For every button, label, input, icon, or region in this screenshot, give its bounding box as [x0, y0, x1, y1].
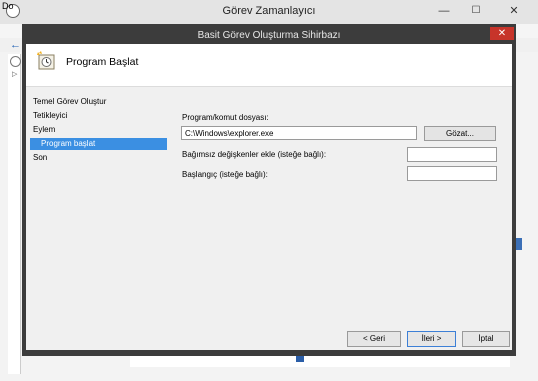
arguments-label: Bağımsız değişkenler ekle (isteğe bağlı)…: [182, 150, 327, 159]
clock-icon: [10, 56, 21, 67]
back-arrow-icon[interactable]: ←: [10, 38, 21, 52]
step-program-baslat[interactable]: Program başlat: [41, 139, 95, 148]
minimize-button[interactable]: —: [432, 4, 456, 18]
wizard-title: Basit Görev Oluşturma Sihirbazı: [197, 30, 341, 41]
menu-item-file[interactable]: Do: [2, 1, 14, 11]
wizard-body: [26, 44, 512, 350]
start-in-input[interactable]: [407, 166, 497, 181]
maximize-button[interactable]: ☐: [464, 4, 488, 18]
step-temel-gorev-olustur[interactable]: Temel Görev Oluştur: [33, 97, 106, 106]
program-input[interactable]: C:\Windows\explorer.exe: [181, 126, 417, 140]
cancel-button[interactable]: İptal: [462, 331, 510, 347]
arguments-input[interactable]: [407, 147, 497, 162]
step-eylem[interactable]: Eylem: [33, 125, 55, 134]
program-label: Program/komut dosyası:: [182, 113, 269, 122]
step-tetikleyici[interactable]: Tetikleyici: [33, 111, 67, 120]
close-button[interactable]: ✕: [496, 4, 532, 18]
scrollbar-thumb[interactable]: [516, 238, 522, 250]
next-button[interactable]: İleri >: [407, 331, 456, 347]
wizard-header-title: Program Başlat: [66, 56, 139, 68]
back-button[interactable]: < Geri: [347, 331, 401, 347]
wizard-close-button[interactable]: ✕: [490, 27, 514, 40]
browse-button[interactable]: Gözat...: [424, 126, 496, 141]
task-scheduler-title: Görev Zamanlayıcı: [222, 5, 316, 17]
navigation-tree-pane: [8, 54, 21, 374]
task-clock-icon: [36, 51, 56, 71]
step-son[interactable]: Son: [33, 153, 47, 162]
tree-expand-icon[interactable]: ▷: [12, 70, 17, 78]
start-in-label: Başlangıç (isteğe bağlı):: [182, 170, 268, 179]
